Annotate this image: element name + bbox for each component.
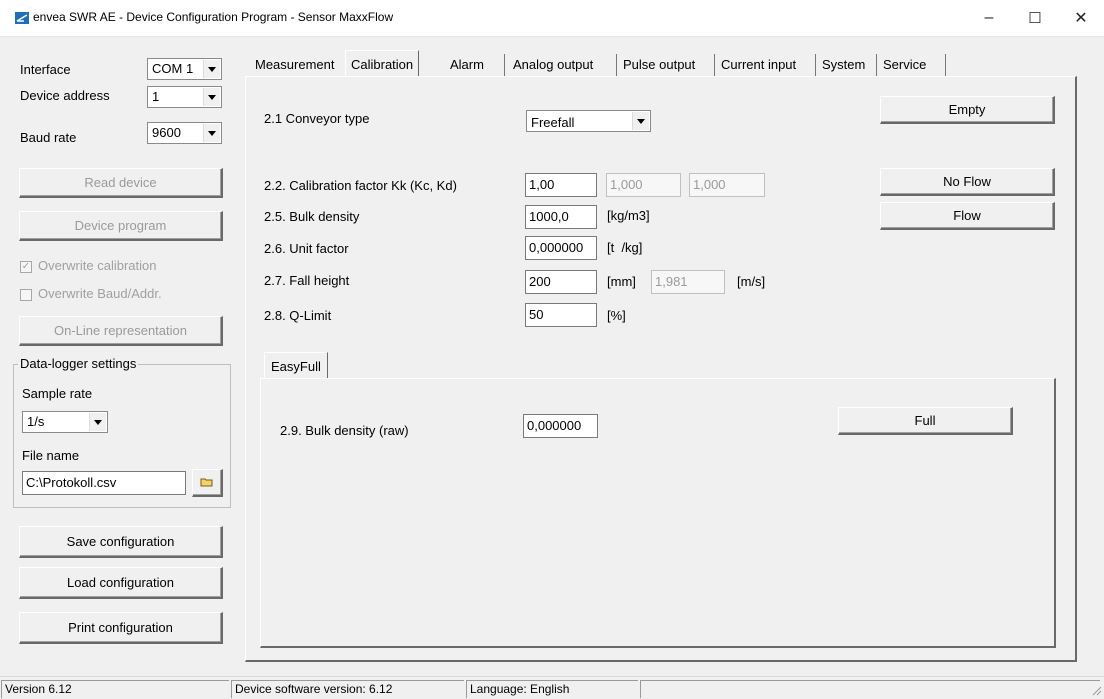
flow-button[interactable]: Flow <box>880 202 1055 230</box>
device-address-select[interactable]: 1 <box>147 86 222 108</box>
online-representation-button[interactable]: On-Line representation <box>19 316 223 346</box>
sample-rate-select[interactable]: 1/s <box>22 411 108 433</box>
interface-label: Interface <box>20 62 71 77</box>
device-address-label: Device address <box>20 88 110 103</box>
baud-rate-select[interactable]: 9600 <box>147 122 222 144</box>
status-language: Language: English <box>466 680 638 698</box>
tab-system[interactable]: System <box>817 52 870 76</box>
title-bar: envea SWR AE - Device Configuration Prog… <box>0 0 1104 37</box>
tab-alarm[interactable]: Alarm <box>445 52 489 76</box>
cal-factor-label: 2.2. Calibration factor Kk (Kc, Kd) <box>264 178 457 193</box>
app-icon <box>15 12 29 24</box>
fall-speed-unit: [m/s] <box>737 274 766 289</box>
sample-rate-value: 1/s <box>27 414 45 429</box>
tab-separator <box>815 54 816 76</box>
tab-measurement[interactable]: Measurement <box>250 52 339 76</box>
bulk-density-label: 2.5. Bulk density <box>264 209 360 224</box>
save-configuration-button[interactable]: Save configuration <box>19 526 223 558</box>
print-configuration-button[interactable]: Print configuration <box>19 612 223 644</box>
tab-separator <box>714 54 715 76</box>
chevron-down-icon <box>203 88 220 106</box>
tab-service[interactable]: Service <box>878 52 931 76</box>
unit-factor-label: 2.6. Unit factor <box>264 241 349 256</box>
cal-factor-kd-input: 1,000 <box>689 173 765 197</box>
interface-value: COM 1 <box>152 61 194 76</box>
chevron-down-icon <box>89 413 106 431</box>
window-title: envea SWR AE - Device Configuration Prog… <box>33 10 394 24</box>
unit-factor-input[interactable]: 0,000000 <box>525 236 597 260</box>
overwrite-baud-checkbox[interactable] <box>20 289 32 301</box>
bulk-density-input[interactable]: 1000,0 <box>525 205 597 229</box>
tab-pulse-output[interactable]: Pulse output <box>618 52 700 76</box>
cal-factor-kc-input: 1,000 <box>606 173 681 197</box>
fall-height-label: 2.7. Fall height <box>264 273 350 288</box>
cal-factor-kk-input[interactable]: 1,00 <box>525 173 597 197</box>
overwrite-calibration-label: Overwrite calibration <box>38 258 157 273</box>
chevron-down-icon <box>203 124 220 142</box>
status-device-software: Device software version: 6.12 <box>231 680 464 698</box>
tab-separator <box>876 54 877 76</box>
file-name-label: File name <box>22 448 80 463</box>
tab-analog-output[interactable]: Analog output <box>508 52 598 76</box>
tab-separator <box>945 54 946 76</box>
load-configuration-button[interactable]: Load configuration <box>19 567 223 599</box>
status-empty <box>640 680 1100 698</box>
tab-calibration[interactable]: Calibration <box>345 50 420 77</box>
conveyor-type-label: 2.1 Conveyor type <box>264 111 370 126</box>
baud-rate-value: 9600 <box>152 125 181 140</box>
fall-speed-output: 1,981 <box>651 270 725 294</box>
sample-rate-label: Sample rate <box>22 386 93 401</box>
fall-height-input[interactable]: 200 <box>525 270 597 294</box>
conveyor-type-select[interactable]: Freefall <box>526 110 651 132</box>
q-limit-input[interactable]: 50 <box>525 303 597 327</box>
browse-folder-button[interactable] <box>192 469 223 497</box>
empty-button[interactable]: Empty <box>880 96 1055 124</box>
file-name-input[interactable]: C:\Protokoll.csv <box>22 471 186 495</box>
device-address-value: 1 <box>152 89 160 104</box>
fall-height-unit: [mm] <box>607 274 636 289</box>
resize-grip-icon[interactable] <box>1090 684 1102 696</box>
no-flow-button[interactable]: No Flow <box>880 168 1055 196</box>
q-limit-label: 2.8. Q-Limit <box>264 308 332 323</box>
bulk-raw-output: 0,000000 <box>523 414 598 438</box>
bulk-raw-label: 2.9. Bulk density (raw) <box>280 423 409 438</box>
bulk-density-unit: [kg/m3] <box>607 208 650 223</box>
tab-separator <box>504 54 505 76</box>
q-limit-unit: [%] <box>607 308 626 323</box>
chevron-down-icon <box>632 112 649 130</box>
unit-factor-unit: [t /kg] <box>607 240 643 255</box>
chevron-down-icon <box>203 60 220 78</box>
tab-separator <box>616 54 617 76</box>
conveyor-type-value: Freefall <box>531 115 575 130</box>
folder-icon <box>200 478 213 487</box>
overwrite-baud-label: Overwrite Baud/Addr. <box>38 286 162 301</box>
maximize-button[interactable]: ☐ <box>1012 0 1058 36</box>
status-version: Version 6.12 <box>1 680 229 698</box>
baud-rate-label: Baud rate <box>20 130 77 145</box>
datalogger-title: Data-logger settings <box>18 356 139 371</box>
close-button[interactable]: ✕ <box>1058 0 1104 36</box>
device-program-button[interactable]: Device program <box>19 211 223 241</box>
read-device-button[interactable]: Read device <box>19 168 223 198</box>
tab-current-input[interactable]: Current input <box>716 52 801 76</box>
overwrite-calibration-checkbox[interactable]: ✓ <box>20 261 32 273</box>
tab-easyfull[interactable]: EasyFull <box>264 352 328 379</box>
full-button[interactable]: Full <box>838 407 1013 435</box>
minimize-button[interactable]: – <box>966 0 1012 36</box>
interface-select[interactable]: COM 1 <box>147 58 222 80</box>
